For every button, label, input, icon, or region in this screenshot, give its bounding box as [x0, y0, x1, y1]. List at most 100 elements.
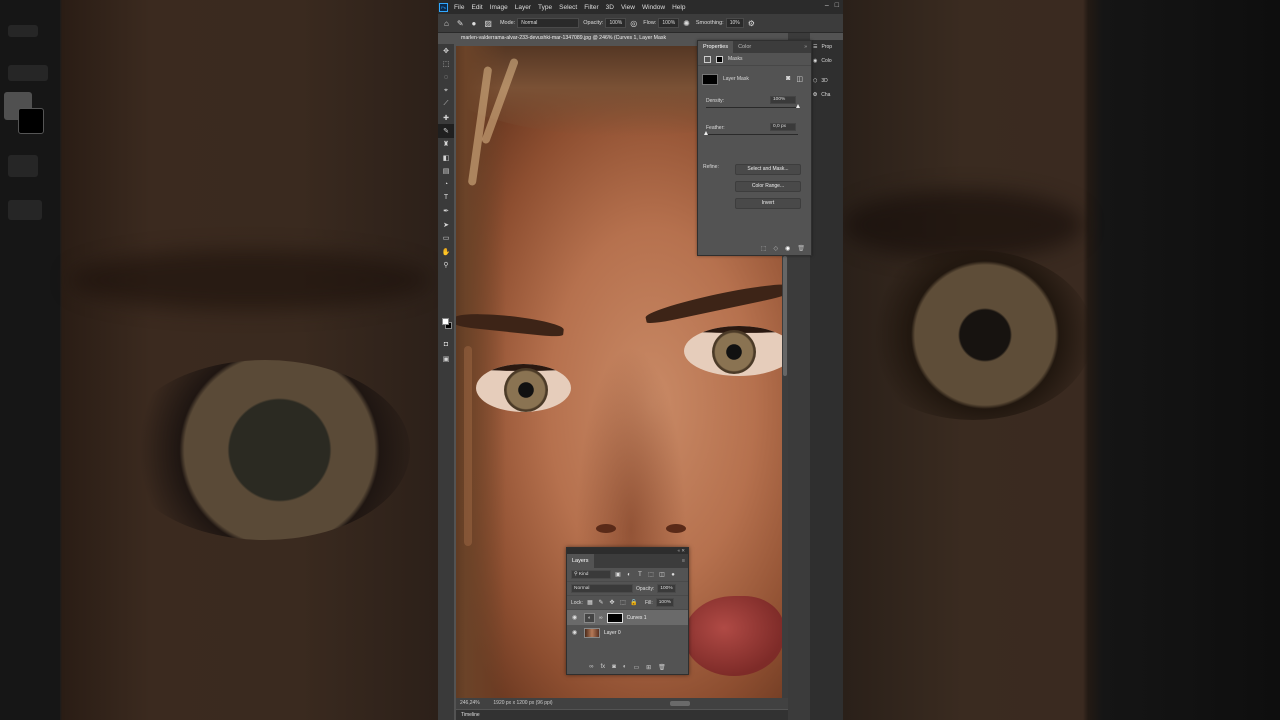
- fill-field[interactable]: 100%: [655, 598, 675, 607]
- lasso-icon[interactable]: ◌: [438, 71, 454, 84]
- screen-mode-icon[interactable]: ▣: [438, 352, 454, 365]
- lock-artboard-icon[interactable]: ⬚: [619, 599, 627, 606]
- marquee-icon[interactable]: ⬚: [438, 57, 454, 70]
- link-layers-icon[interactable]: ∞: [589, 664, 593, 670]
- menu-file[interactable]: File: [454, 4, 464, 11]
- select-and-mask-button[interactable]: Select and Mask...: [735, 164, 801, 175]
- layer-opacity-field[interactable]: 100%: [657, 584, 676, 593]
- gradient-icon[interactable]: ▤: [438, 165, 454, 178]
- mode-select[interactable]: Normal: [517, 18, 580, 28]
- filter-pixel-icon[interactable]: ▣: [614, 571, 622, 578]
- lock-pixels-icon[interactable]: ✎: [597, 599, 605, 606]
- eraser-icon[interactable]: ◧: [438, 151, 454, 164]
- dock-3d[interactable]: ⬡ 3D: [810, 74, 843, 88]
- hand-icon[interactable]: ✋: [438, 245, 454, 258]
- close-icon[interactable]: ✕: [681, 548, 685, 553]
- maximize-icon[interactable]: □: [835, 2, 839, 9]
- filter-adjustment-icon[interactable]: ◐: [625, 572, 633, 578]
- document-tab[interactable]: marlen-valderrama-alvar-233-devushki-mar…: [456, 33, 716, 44]
- rectangle-icon[interactable]: ▭: [438, 231, 454, 244]
- layer-mask-thumbnail[interactable]: [702, 73, 718, 85]
- panel-menu-icon[interactable]: ≡: [682, 558, 685, 564]
- filter-type-icon[interactable]: T: [636, 572, 644, 578]
- menu-select[interactable]: Select: [559, 4, 577, 11]
- airbrush-icon[interactable]: ✺: [683, 19, 690, 28]
- clone-stamp-icon[interactable]: ♜: [438, 138, 454, 151]
- menu-filter[interactable]: Filter: [584, 4, 598, 11]
- filter-smart-object-icon[interactable]: ◫: [658, 571, 666, 578]
- new-layer-icon[interactable]: ⊞: [646, 664, 651, 671]
- tab-properties[interactable]: Properties: [698, 41, 734, 53]
- pressure-opacity-icon[interactable]: ◎: [630, 19, 637, 28]
- layer-row-curves[interactable]: ◉ ◐ ∞ Curves 1: [567, 610, 688, 625]
- horizontal-scroll-thumb[interactable]: [670, 701, 690, 706]
- mask-icon[interactable]: [716, 55, 723, 63]
- new-adjustment-icon[interactable]: ◐: [623, 664, 627, 670]
- smoothing-field[interactable]: 10%: [725, 18, 744, 28]
- pen-icon[interactable]: ✒: [438, 205, 454, 218]
- menu-type[interactable]: Type: [538, 4, 552, 11]
- visibility-eye-icon[interactable]: ◉: [785, 245, 790, 252]
- filter-kind-select[interactable]: ⚲ Kind: [571, 570, 611, 579]
- vertical-scroll-thumb[interactable]: [783, 256, 787, 376]
- apply-mask-icon[interactable]: ◇: [774, 245, 779, 252]
- document-dimensions[interactable]: 1920 px x 1200 px (96 ppi): [493, 700, 552, 706]
- smoothing-options-icon[interactable]: ⚙: [748, 19, 755, 28]
- menu-layer[interactable]: Layer: [515, 4, 531, 11]
- menu-view[interactable]: View: [621, 4, 635, 11]
- quick-select-icon[interactable]: ⌖: [438, 84, 454, 97]
- blend-mode-select[interactable]: Normal: [571, 584, 633, 593]
- zoom-icon[interactable]: ⚲: [438, 258, 454, 271]
- trash-icon[interactable]: 🗑: [797, 245, 805, 252]
- eyedropper-icon[interactable]: ⟋: [438, 98, 454, 111]
- dock-properties[interactable]: ☰ Prop: [810, 40, 843, 54]
- dock-channels[interactable]: ❂ Cha: [810, 88, 843, 102]
- dodge-icon[interactable]: ◔: [438, 178, 454, 191]
- filter-toggle-icon[interactable]: ●: [669, 572, 677, 578]
- add-mask-icon[interactable]: ◙: [612, 664, 616, 670]
- timeline-panel-tab[interactable]: Timeline: [456, 710, 788, 720]
- layer-style-icon[interactable]: fx: [601, 664, 606, 670]
- add-vector-mask-icon[interactable]: ◫: [796, 75, 803, 83]
- panel-menu-icon[interactable]: »: [804, 44, 807, 50]
- menu-window[interactable]: Window: [642, 4, 665, 11]
- invert-button[interactable]: Invert: [735, 198, 801, 209]
- new-group-icon[interactable]: ▭: [633, 664, 639, 671]
- brush-size-icon[interactable]: ●: [472, 19, 477, 28]
- menu-3d[interactable]: 3D: [606, 4, 614, 11]
- lock-position-icon[interactable]: ✥: [608, 599, 616, 606]
- home-icon[interactable]: ⌂: [444, 19, 449, 28]
- brush-icon[interactable]: ✎: [438, 124, 454, 138]
- color-range-button[interactable]: Color Range...: [735, 181, 801, 192]
- flow-field[interactable]: 100%: [658, 18, 680, 28]
- density-slider-track[interactable]: [706, 107, 798, 108]
- add-pixel-mask-icon[interactable]: ◙: [786, 75, 790, 83]
- chain-link-icon[interactable]: ∞: [599, 615, 603, 621]
- tab-layers[interactable]: Layers: [567, 554, 594, 568]
- feather-field[interactable]: 0,0 px: [770, 123, 796, 131]
- density-slider-handle[interactable]: [795, 104, 800, 108]
- lock-all-icon[interactable]: 🔒: [630, 599, 638, 606]
- path-select-icon[interactable]: ➤: [438, 218, 454, 231]
- layer-row-layer0[interactable]: ◉ Layer 0: [567, 625, 688, 640]
- minimize-icon[interactable]: –: [825, 2, 829, 9]
- lock-transparent-icon[interactable]: ▦: [586, 599, 594, 606]
- opacity-field[interactable]: 100%: [605, 18, 627, 28]
- pixel-mask-icon[interactable]: [704, 55, 711, 63]
- quick-mask-icon[interactable]: ◘: [438, 338, 454, 351]
- menu-help[interactable]: Help: [672, 4, 685, 11]
- dock-color[interactable]: ◉ Colo: [810, 54, 843, 68]
- move-icon[interactable]: ✥: [438, 44, 454, 57]
- zoom-readout[interactable]: 246,24%: [460, 698, 492, 709]
- visibility-eye-icon[interactable]: ◉: [572, 614, 580, 621]
- load-selection-icon[interactable]: ⬚: [761, 245, 767, 252]
- filter-shape-icon[interactable]: ⬚: [647, 571, 655, 578]
- layer-mask-thumbnail[interactable]: [606, 612, 623, 623]
- density-field[interactable]: 100%: [770, 96, 796, 104]
- brush-preset-icon[interactable]: ✎: [457, 19, 464, 28]
- visibility-eye-icon[interactable]: ◉: [572, 629, 580, 636]
- feather-slider-handle[interactable]: [703, 131, 708, 135]
- collapse-icon[interactable]: «: [677, 548, 680, 553]
- foreground-color-swatch[interactable]: [442, 318, 449, 325]
- menu-edit[interactable]: Edit: [471, 4, 482, 11]
